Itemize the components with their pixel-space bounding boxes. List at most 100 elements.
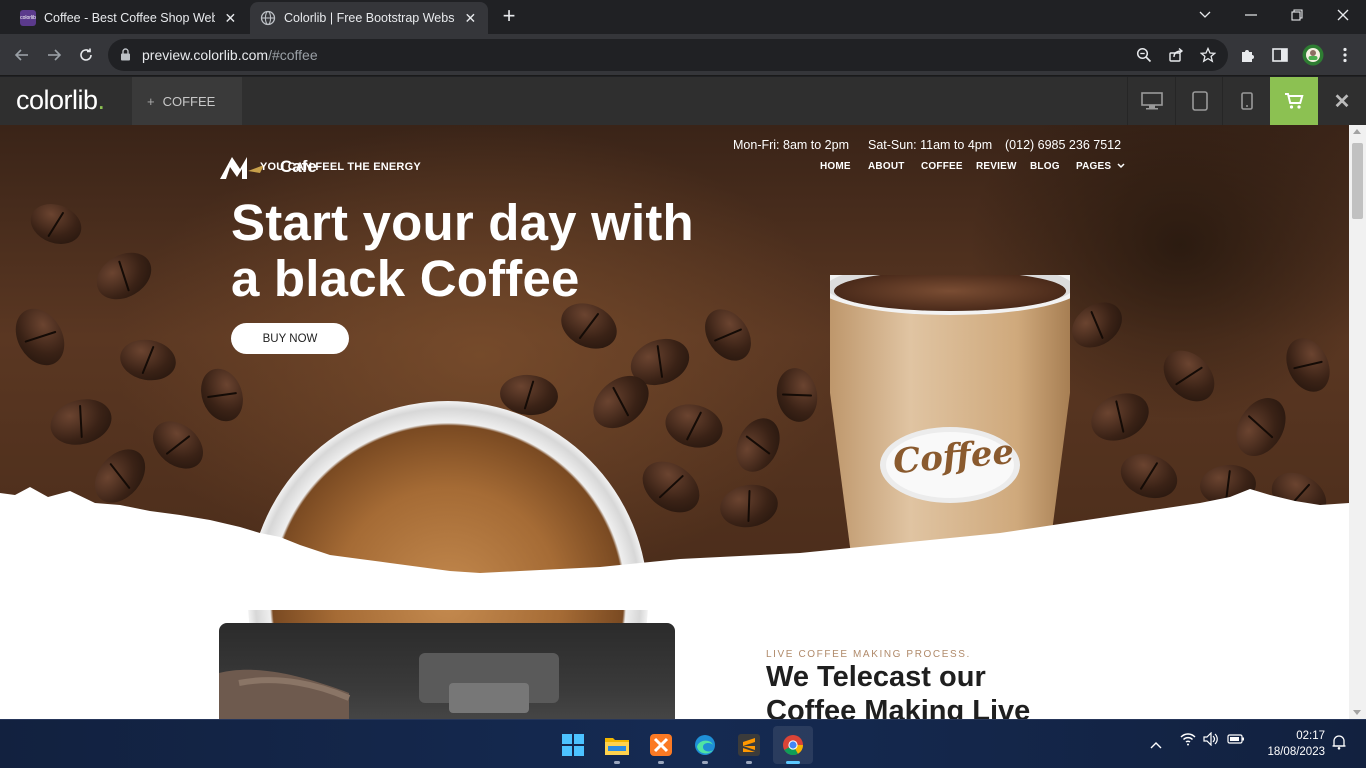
theme-selector[interactable]: + COFFEE	[132, 77, 242, 125]
minimize-button[interactable]	[1228, 0, 1274, 30]
desktop-icon	[1140, 92, 1163, 110]
coffee-bean	[193, 362, 251, 428]
tab-search-chevron-icon[interactable]	[1182, 0, 1228, 30]
sublime-text-button[interactable]	[729, 726, 769, 764]
nav-review[interactable]: REVIEW	[976, 161, 1017, 172]
chrome-menu-icon[interactable]	[1336, 46, 1354, 64]
lock-icon[interactable]	[120, 48, 131, 66]
restore-button[interactable]	[1274, 0, 1320, 30]
weekend-hours: Sat-Sun: 11am to 4pm	[868, 138, 993, 152]
tab-coffee[interactable]: colorlib Coffee - Best Coffee Shop Websi…	[10, 2, 248, 34]
sublime-text-icon	[738, 734, 760, 756]
edge-button[interactable]	[685, 726, 725, 764]
close-preview-icon[interactable]: ✕	[1318, 77, 1366, 125]
torn-paper-divider	[0, 487, 1349, 610]
weekday-hours: Mon-Fri: 8am to 2pm	[733, 138, 850, 152]
section-eyebrow: LIVE COFFEE MAKING PROCESS.	[766, 649, 971, 660]
xampp-button[interactable]	[641, 726, 681, 764]
page-viewport: Mon-Fri: 8am to 2pm Sat-Sun: 11am to 4pm…	[0, 125, 1366, 719]
close-tab-icon[interactable]: ✕	[223, 10, 238, 27]
side-panel-icon[interactable]	[1271, 46, 1289, 64]
coffee-bean	[5, 300, 75, 374]
tab-title: Coffee - Best Coffee Shop Website	[44, 11, 215, 25]
windows-taskbar: 02:17 18/08/2023	[0, 719, 1366, 768]
tablet-view-button[interactable]	[1175, 77, 1223, 125]
chrome-button[interactable]	[773, 726, 813, 764]
theme-label: COFFEE	[162, 93, 216, 109]
hero-title-line1: Start your day with	[231, 194, 694, 251]
close-tab-icon[interactable]: ✕	[463, 10, 478, 27]
clock-time: 02:17	[1296, 730, 1325, 742]
tab-strip: colorlib Coffee - Best Coffee Shop Websi…	[0, 0, 1366, 34]
colorlib-preview-bar: colorlib. + COFFEE ✕	[0, 77, 1366, 125]
url-text: preview.colorlib.com/#coffee	[142, 47, 318, 63]
live-video-thumbnail[interactable]	[219, 623, 675, 719]
close-window-button[interactable]	[1320, 0, 1366, 30]
nav-pages[interactable]: PAGES	[1076, 161, 1125, 172]
tab-colorlib[interactable]: Colorlib | Free Bootstrap Website ✕	[250, 2, 488, 34]
scroll-down-arrow-icon[interactable]	[1353, 710, 1361, 715]
coffee-bean	[772, 364, 822, 426]
brand-tagline: YOU CAN FEEL THE ENERGY	[260, 161, 421, 173]
hero-title-line2: a black Coffee	[231, 250, 580, 307]
profile-avatar[interactable]	[1302, 44, 1324, 66]
coffee-bean	[143, 411, 213, 479]
section-title-line1: We Telecast our	[766, 661, 986, 693]
tab-title: Colorlib | Free Bootstrap Website	[284, 11, 455, 25]
bookmark-star-icon[interactable]	[1199, 46, 1217, 63]
hero-section: Mon-Fri: 8am to 2pm Sat-Sun: 11am to 4pm…	[0, 125, 1349, 719]
phone-number[interactable]: (012) 6985 236 7512	[1005, 138, 1121, 152]
forward-button[interactable]	[42, 43, 66, 67]
coffee-bean	[88, 243, 160, 309]
desktop-view-button[interactable]	[1127, 77, 1175, 125]
wifi-icon[interactable]	[1180, 732, 1196, 751]
nav-blog[interactable]: BLOG	[1030, 161, 1060, 172]
colorlib-logo[interactable]: colorlib.	[16, 85, 105, 116]
buy-now-button[interactable]: BUY NOW	[231, 323, 349, 354]
battery-icon[interactable]	[1227, 732, 1245, 751]
colorlib-favicon: colorlib	[20, 10, 36, 26]
coffee-bean	[728, 411, 788, 479]
coffee-bean	[660, 398, 728, 454]
tablet-icon	[1191, 91, 1208, 111]
clock-date: 18/08/2023	[1267, 746, 1325, 758]
notification-bell-icon[interactable]	[1332, 734, 1346, 755]
coffee-bean	[1063, 293, 1131, 357]
reload-button[interactable]	[74, 43, 98, 67]
coffee-bean	[1153, 340, 1225, 412]
browser-toolbar: preview.colorlib.com/#coffee	[0, 34, 1366, 76]
file-explorer-button[interactable]	[597, 726, 637, 764]
mobile-view-button[interactable]	[1222, 77, 1270, 125]
scrollbar-thumb[interactable]	[1352, 143, 1363, 219]
coffee-bean	[695, 300, 761, 370]
nav-home[interactable]: HOME	[820, 161, 851, 172]
coffee-bean	[45, 392, 117, 452]
zoom-icon[interactable]	[1136, 47, 1152, 63]
coffee-bean	[25, 197, 87, 251]
nav-about[interactable]: ABOUT	[868, 161, 905, 172]
address-bar[interactable]: preview.colorlib.com/#coffee	[108, 39, 1228, 71]
new-tab-button[interactable]: +	[498, 5, 520, 28]
start-button[interactable]	[553, 726, 593, 764]
edge-icon	[695, 735, 715, 755]
coffee-bean	[116, 335, 180, 385]
section-title-line2: Coffee Making Live	[766, 695, 1031, 719]
page-scrollbar[interactable]	[1349, 125, 1366, 719]
coffee-bean	[1226, 389, 1296, 465]
back-button[interactable]	[10, 43, 34, 67]
shopping-cart-icon	[1285, 93, 1304, 109]
plus-icon: +	[147, 93, 155, 109]
extensions-puzzle-icon[interactable]	[1239, 46, 1257, 64]
globe-icon	[260, 10, 276, 26]
volume-icon[interactable]	[1203, 731, 1219, 751]
show-hidden-icons-chevron-icon[interactable]	[1150, 736, 1162, 754]
scroll-up-arrow-icon[interactable]	[1353, 129, 1361, 134]
nav-coffee[interactable]: COFFEE	[921, 161, 963, 172]
xampp-icon	[650, 734, 672, 756]
chevron-down-icon	[1117, 163, 1125, 169]
share-icon[interactable]	[1168, 47, 1184, 63]
system-clock[interactable]: 02:17 18/08/2023	[1255, 728, 1325, 760]
cart-button[interactable]	[1270, 77, 1318, 125]
start-icon	[562, 734, 584, 756]
chrome-icon	[783, 735, 804, 756]
